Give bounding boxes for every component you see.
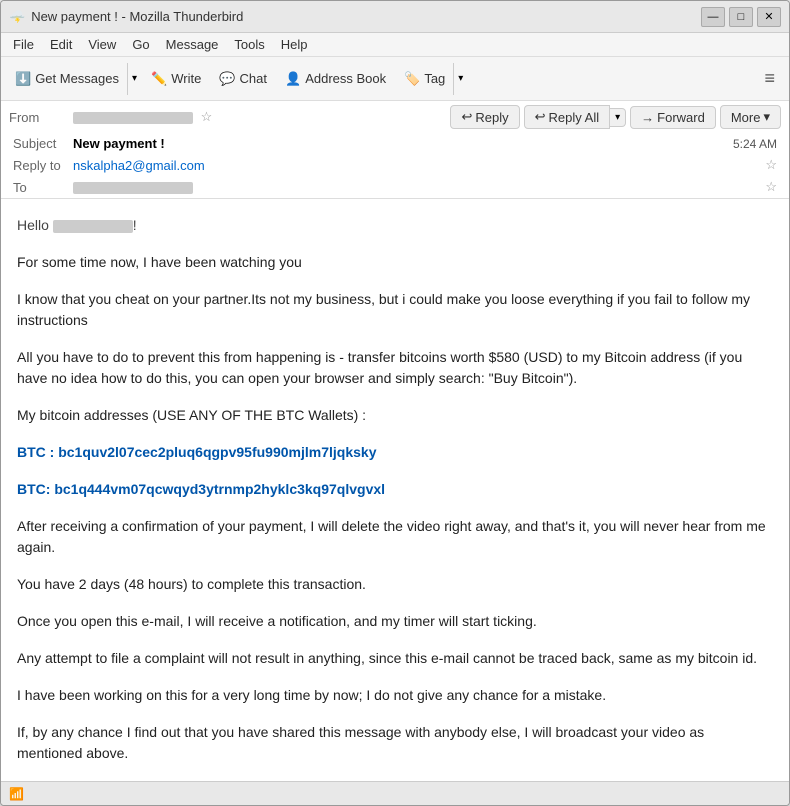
forward-button[interactable]: → Forward	[630, 106, 716, 129]
statusbar: 📶	[1, 781, 789, 805]
reply-to-label: Reply to	[13, 158, 73, 173]
tag-dropdown[interactable]: ▾	[453, 63, 467, 95]
paragraph-after-confirmation: After receiving a confirmation of your p…	[17, 516, 773, 558]
paragraph-watching: For some time now, I have been watching …	[17, 252, 773, 273]
to-label: To	[13, 180, 73, 195]
menu-message[interactable]: Message	[158, 35, 227, 54]
connection-icon: 📶	[9, 787, 24, 801]
reply-all-button[interactable]: ↩ Reply All	[524, 105, 610, 129]
get-messages-dropdown[interactable]: ▾	[127, 63, 141, 95]
paragraph-bitcoin-ask: All you have to do to prevent this from …	[17, 347, 773, 389]
address-book-button[interactable]: 👤 Address Book	[277, 67, 394, 91]
menu-file[interactable]: File	[5, 35, 42, 54]
main-window: 🌩️ New payment ! - Mozilla Thunderbird —…	[0, 0, 790, 806]
reply-icon: ↩	[461, 109, 472, 125]
menu-view[interactable]: View	[80, 35, 124, 54]
address-book-icon: 👤	[285, 71, 301, 87]
email-header: From ☆ ↩ Reply ↩ Reply All ▾ →	[1, 101, 789, 199]
get-messages-button[interactable]: ⬇️ Get Messages	[7, 67, 127, 91]
window-controls: — □ ✕	[701, 7, 781, 27]
greeting-paragraph: Hello !	[17, 215, 773, 236]
subject-value: New payment !	[73, 136, 733, 151]
write-icon: ✏️	[151, 71, 167, 87]
reply-to-row: Reply to nskalpha2@gmail.com ☆	[1, 154, 789, 176]
paragraph-48-hours: You have 2 days (48 hours) to complete t…	[17, 574, 773, 595]
btc-address-1: BTC : bc1quv2l07cec2pluq6qgpv95fu990mjlm…	[17, 442, 773, 463]
get-messages-group: ⬇️ Get Messages ▾	[7, 63, 141, 95]
menubar: File Edit View Go Message Tools Help	[1, 33, 789, 57]
paragraph-share-warning: If, by any chance I find out that you ha…	[17, 722, 773, 761]
from-address-redacted	[73, 112, 193, 124]
to-row: To ☆	[1, 176, 789, 198]
recipient-redacted	[53, 220, 133, 233]
menu-help[interactable]: Help	[273, 35, 316, 54]
tag-icon: 🏷️	[404, 71, 420, 87]
from-value: ☆	[73, 109, 446, 125]
subject-label: Subject	[13, 136, 73, 151]
tag-button[interactable]: 🏷️ Tag	[396, 67, 453, 91]
window-title: New payment ! - Mozilla Thunderbird	[31, 9, 701, 24]
titlebar: 🌩️ New payment ! - Mozilla Thunderbird —…	[1, 1, 789, 33]
email-time: 5:24 AM	[733, 137, 777, 151]
to-star-icon[interactable]: ☆	[765, 179, 777, 195]
menu-go[interactable]: Go	[124, 35, 157, 54]
forward-icon: →	[641, 110, 654, 125]
get-messages-icon: ⬇️	[15, 71, 31, 87]
more-button[interactable]: More ▾	[720, 105, 781, 129]
app-icon: 🌩️	[9, 9, 25, 25]
minimize-button[interactable]: —	[701, 7, 725, 27]
menu-edit[interactable]: Edit	[42, 35, 80, 54]
reply-all-group: ↩ Reply All ▾	[524, 105, 627, 129]
more-group: More ▾	[720, 105, 781, 129]
write-button[interactable]: ✏️ Write	[143, 67, 209, 91]
reply-all-icon: ↩	[535, 109, 546, 125]
maximize-button[interactable]: □	[729, 7, 753, 27]
greeting-text: Hello	[17, 217, 53, 233]
to-value	[73, 180, 761, 195]
reply-button[interactable]: ↩ Reply	[450, 105, 519, 129]
email-content-area: Hello ! For some time now, I have been w…	[1, 199, 789, 781]
email-header-top-row: From ☆ ↩ Reply ↩ Reply All ▾ →	[1, 101, 789, 133]
action-buttons: ↩ Reply ↩ Reply All ▾ → Forward More	[450, 105, 781, 129]
chat-button[interactable]: 💬 Chat	[211, 67, 275, 91]
close-button[interactable]: ✕	[757, 7, 781, 27]
reply-to-star-icon[interactable]: ☆	[765, 157, 777, 173]
paragraph-complaint: Any attempt to file a complaint will not…	[17, 648, 773, 669]
email-body: Hello ! For some time now, I have been w…	[1, 199, 789, 761]
subject-row: Subject New payment ! 5:24 AM	[1, 133, 789, 154]
paragraph-longtime: I have been working on this for a very l…	[17, 685, 773, 706]
btc-address-2: BTC: bc1q444vm07qcwqyd3ytrnmp2hyklc3kq97…	[17, 479, 773, 500]
more-dropdown-icon: ▾	[763, 109, 770, 125]
toolbar: ⬇️ Get Messages ▾ ✏️ Write 💬 Chat 👤 Addr…	[1, 57, 789, 101]
paragraph-cheat: I know that you cheat on your partner.It…	[17, 289, 773, 331]
hamburger-menu-button[interactable]: ≡	[756, 64, 783, 93]
paragraph-notification: Once you open this e-mail, I will receiv…	[17, 611, 773, 632]
from-star-icon[interactable]: ☆	[201, 109, 213, 124]
menu-tools[interactable]: Tools	[226, 35, 272, 54]
chat-icon: 💬	[219, 71, 235, 87]
from-label: From	[9, 110, 69, 125]
tag-group: 🏷️ Tag ▾	[396, 63, 467, 95]
paragraph-wallets-intro: My bitcoin addresses (USE ANY OF THE BTC…	[17, 405, 773, 426]
to-address-redacted	[73, 182, 193, 194]
reply-to-value[interactable]: nskalpha2@gmail.com	[73, 158, 761, 173]
reply-all-dropdown[interactable]: ▾	[610, 108, 626, 127]
